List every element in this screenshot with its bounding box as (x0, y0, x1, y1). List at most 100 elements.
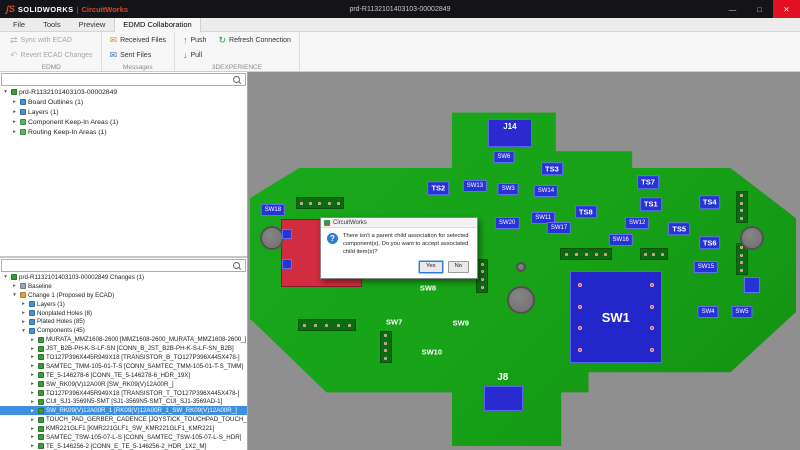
yes-button[interactable]: Yes (419, 261, 442, 273)
connector-j14[interactable]: J14 (488, 119, 532, 147)
tree-item[interactable]: ▸Layers (1) (0, 107, 247, 117)
sent-files-button[interactable]: ✉Sent Files (107, 50, 155, 61)
expand-arrow-icon[interactable]: ▾ (2, 89, 9, 95)
component-j8: J8 (497, 373, 508, 383)
component-sw4[interactable]: SW4 (698, 306, 719, 318)
tree-item[interactable]: ▸Component Keep-In Areas (1) (0, 117, 247, 127)
component-sw12[interactable]: SW12 (625, 217, 649, 229)
expand-arrow-icon[interactable]: ▸ (29, 417, 36, 423)
tree-item[interactable]: ▸TO127P396X445R949X18 [TRANSISTOR_T_TO12… (0, 389, 247, 398)
tree-item[interactable]: ▸Baseline (0, 282, 247, 291)
expand-arrow-icon[interactable]: ▸ (20, 319, 27, 325)
component-block[interactable] (282, 229, 292, 239)
tree-item-label: JST_B2B-PH-K-S-LF-SN [CONN_B_JST_B2B-PH-… (46, 345, 234, 352)
component-sw15[interactable]: SW15 (694, 261, 718, 273)
component-ts5[interactable]: TS5 (668, 222, 690, 236)
component-ts4[interactable]: TS4 (699, 195, 721, 209)
expand-arrow-icon[interactable]: ▸ (29, 443, 36, 449)
minimize-button[interactable]: — (719, 0, 746, 18)
tab-tools[interactable]: Tools (34, 17, 70, 31)
expand-arrow-icon[interactable]: ▸ (29, 372, 36, 378)
no-button[interactable]: No (448, 261, 469, 273)
connector-block[interactable] (484, 386, 523, 411)
component-sw16[interactable]: SW16 (609, 234, 633, 246)
tab-edmd-collaboration[interactable]: EDMD Collaboration (114, 17, 200, 32)
tree-search-top[interactable] (1, 73, 246, 86)
tree-item[interactable]: ▸TO127P396X445R949X18 [TRANSISTOR_B_TO12… (0, 353, 247, 362)
tree-item[interactable]: ▾Change 1 (Proposed by ECAD) (0, 291, 247, 300)
expand-arrow-icon[interactable]: ▸ (11, 283, 18, 289)
component-label: SW1 (602, 310, 630, 325)
expand-arrow-icon[interactable]: ▸ (11, 109, 18, 115)
expand-arrow-icon[interactable]: ▸ (29, 354, 36, 360)
tree-item[interactable]: ▸Nonplated Holes (8) (0, 309, 247, 318)
tree-item[interactable]: ▸TE_5-146256-2 [CONN_E_TE_5-146256-2_HDR… (0, 442, 247, 450)
component-ts7[interactable]: TS7 (637, 175, 659, 189)
component-block[interactable] (744, 277, 760, 293)
component-block[interactable] (282, 259, 292, 269)
expand-arrow-icon[interactable]: ▾ (2, 274, 9, 280)
tree-item[interactable]: ▸Board Outlines (1) (0, 97, 247, 107)
refresh-connection-button[interactable]: ↻Refresh Connection (215, 35, 293, 46)
tree-item[interactable]: ▸SW_RK09(V)12A00R [SW_RK09(V)12A00R_] (0, 380, 247, 389)
component-sw20[interactable]: SW20 (495, 217, 519, 229)
component-sw6[interactable]: SW6 (493, 151, 514, 163)
component-sw3[interactable]: SW3 (498, 183, 519, 195)
close-button[interactable]: ✕ (773, 0, 800, 18)
maximize-button[interactable]: □ (746, 0, 773, 18)
tree-item[interactable]: ▸ JST_B2B-PH-K-S-LF-SN [CONN_B_JST_B2B-PH… (0, 344, 247, 353)
board-viewport[interactable]: SW1 J14 SW6 TS3 TS2 SW13 SW3 SW14 TS7 TS1 TS4 SW18 T… (248, 72, 800, 450)
expand-arrow-icon[interactable]: ▸ (29, 337, 36, 343)
tree-search-bottom[interactable] (1, 259, 246, 272)
component-sw13[interactable]: SW13 (463, 180, 487, 192)
expand-arrow-icon[interactable]: ▸ (29, 426, 36, 432)
expand-arrow-icon[interactable]: ▸ (11, 129, 18, 135)
expand-arrow-icon[interactable]: ▾ (11, 292, 18, 298)
components-icon (29, 328, 35, 334)
tree-item[interactable]: ▸CUI_SJ1-3569N5-SMT [SJ1-3569N5-SMT_CUI_… (0, 397, 247, 406)
expand-arrow-icon[interactable]: ▾ (20, 328, 27, 334)
expand-arrow-icon[interactable]: ▸ (29, 381, 36, 387)
tree-item[interactable]: ▸Plated Holes (85) (0, 317, 247, 326)
tree-item[interactable]: ▸SW_RK09(V)12A00R_1 [RK09(V)12A00R_1_SW_… (0, 406, 247, 415)
tree-item[interactable]: ▸MURATA_MMZ1608-2600 [MMZ1608-2600_MURAT… (0, 335, 247, 344)
expand-arrow-icon[interactable]: ▸ (20, 310, 27, 316)
expand-arrow-icon[interactable]: ▸ (29, 390, 36, 396)
tree-item[interactable]: ▸SAMTEC_TSW-105-07-L-S [CONN_SAMTEC_TSW-… (0, 433, 247, 442)
component-sw17[interactable]: SW17 (547, 222, 571, 234)
expand-arrow-icon[interactable]: ▸ (29, 408, 36, 414)
received-files-button[interactable]: ✉Received Files (107, 35, 169, 46)
tree-item[interactable]: ▸TE_5-146278-6 [CONN_TE_5-146278-6_HDR_1… (0, 371, 247, 380)
component-sw1[interactable]: SW1 (570, 271, 662, 363)
tree-item[interactable]: ▸TOUCH_PAD_GERBER_CADENCE [JOYSTICK_TOUC… (0, 415, 247, 424)
push-button[interactable]: ↑Push (180, 35, 209, 46)
pull-button[interactable]: ↓Pull (180, 50, 205, 61)
pad-hole (740, 254, 743, 257)
tree-item[interactable]: ▸Layers (1) (0, 300, 247, 309)
component-sw14[interactable]: SW14 (534, 185, 558, 197)
expand-arrow-icon[interactable]: ▸ (29, 434, 36, 440)
tree-item[interactable]: ▸KMR221GLF1 [KMR221GLF1_SW_KMR221GLF1_KM… (0, 424, 247, 433)
component-ts8[interactable]: TS8 (575, 205, 597, 219)
expand-arrow-icon[interactable]: ▸ (29, 363, 36, 369)
dialog-titlebar: CircuitWorks (321, 218, 477, 228)
expand-arrow-icon[interactable]: ▸ (20, 301, 27, 307)
component-ts2[interactable]: TS2 (427, 181, 449, 195)
tree-item[interactable]: ▾prd-R1132101403103-00002849 Changes (1) (0, 273, 247, 282)
expand-arrow-icon[interactable]: ▸ (11, 119, 18, 125)
component-ts6[interactable]: TS6 (699, 236, 721, 250)
tree-item[interactable]: ▾ prd-R1132101403103-00002849 (0, 87, 247, 97)
tree-item[interactable]: ▸SAMTEC_TMM-105-01-T-S [CONN_SAMTEC_TMM-… (0, 362, 247, 371)
expand-arrow-icon[interactable]: ▸ (29, 399, 36, 405)
tab-file[interactable]: File (4, 17, 34, 31)
tree-item[interactable]: ▸Routing Keep-In Areas (1) (0, 127, 247, 137)
component-ts3[interactable]: TS3 (541, 162, 563, 176)
component-ts1[interactable]: TS1 (640, 197, 662, 211)
tree-item-label: prd-R1132101403103-00002849 (19, 89, 117, 96)
tab-preview[interactable]: Preview (70, 17, 115, 31)
expand-arrow-icon[interactable]: ▸ (11, 99, 18, 105)
component-sw18[interactable]: SW18 (261, 204, 285, 216)
tree-item[interactable]: ▾Components (45) (0, 326, 247, 335)
component-sw5[interactable]: SW5 (731, 306, 752, 318)
expand-arrow-icon[interactable]: ▸ (29, 346, 36, 352)
